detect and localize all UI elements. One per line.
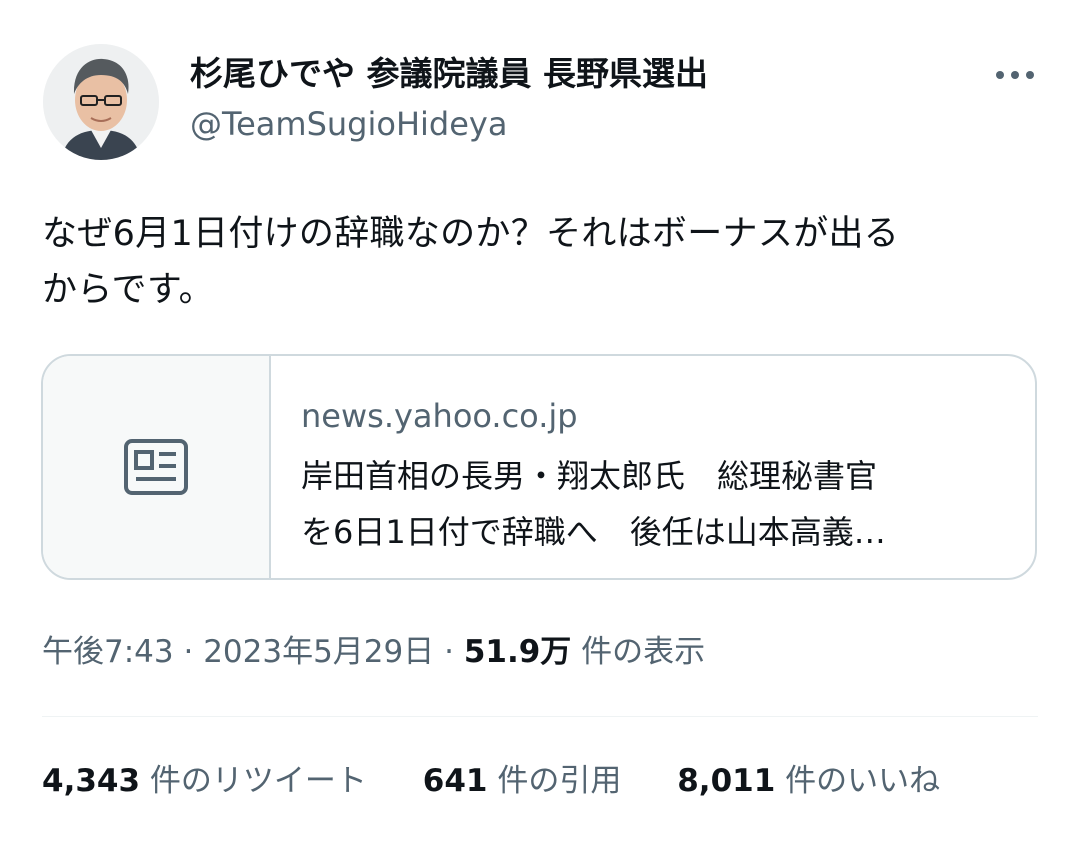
quotes-label: 件の引用 [487,763,622,799]
likes-label: 件のいいね [775,763,941,799]
divider [42,716,1038,717]
link-card-thumbnail [43,356,271,578]
more-options-icon[interactable] [990,60,1040,90]
meta-separator: · [434,634,464,670]
quotes-count: 641 [422,763,488,799]
tweet-time[interactable]: 午後7:43 [42,634,174,670]
author-display-name[interactable]: 杉尾ひでや 参議院議員 長野県選出 [190,52,708,96]
retweets-count: 4,343 [42,763,141,799]
link-card-title-line: を6日1日付で辞職へ 後任は山本高義… [301,513,886,551]
engagement-stats: 4,343 件のリツイート 641 件の引用 8,011 件のいいね [42,758,986,804]
avatar[interactable] [43,44,159,160]
avatar-image [43,44,159,160]
news-article-icon [124,439,188,495]
views-label: 件の表示 [571,634,706,670]
tweet-text-line: なぜ6月1日付けの辞職なのか？それはボーナスが出る [42,214,900,254]
tweet-text: なぜ6月1日付けの辞職なのか？それはボーナスが出る からです。 [42,206,1042,318]
tweet-text-line: からです。 [42,270,214,310]
retweets-stat[interactable]: 4,343 件のリツイート [42,763,367,799]
retweets-label: 件のリツイート [140,763,367,799]
likes-count: 8,011 [677,763,776,799]
meta-separator: · [173,634,204,670]
link-card-title: 岸田首相の長男・翔太郎氏 総理秘書官 を6日1日付で辞職へ 後任は山本高義… [301,448,1011,560]
quotes-stat[interactable]: 641 件の引用 [423,763,622,799]
likes-stat[interactable]: 8,011 件のいいね [677,763,940,799]
link-card-domain: news.yahoo.co.jp [301,397,578,435]
tweet-meta: 午後7:43 · 2023年5月29日 · 51.9万 件の表示 [42,628,705,676]
tweet-date[interactable]: 2023年5月29日 [203,634,434,670]
author-handle[interactable]: @TeamSugioHideya [190,102,507,146]
link-card[interactable]: news.yahoo.co.jp 岸田首相の長男・翔太郎氏 総理秘書官 を6日1… [41,354,1037,580]
views-count: 51.9万 [463,634,572,670]
link-card-title-line: 岸田首相の長男・翔太郎氏 総理秘書官 [301,457,878,495]
